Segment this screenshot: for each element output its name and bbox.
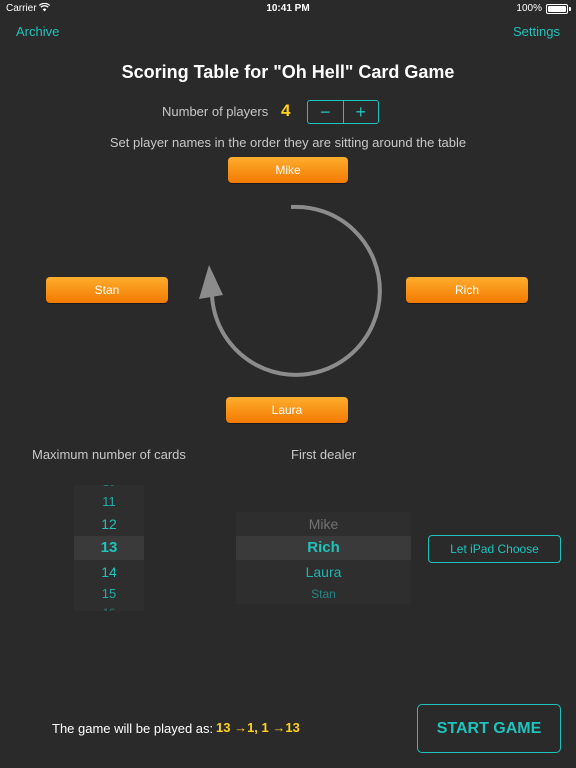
max-cards-picker[interactable]: 10111213141516 — [74, 485, 144, 611]
status-bar: Carrier 10:41 PM 100% — [0, 0, 576, 18]
seat-top-button[interactable]: Mike — [228, 157, 348, 183]
number-of-players-label: Number of players — [162, 104, 269, 119]
game-sequence-value: 13 →1, 1 →13 — [216, 720, 300, 735]
picker-option[interactable]: 12 — [74, 512, 144, 536]
game-sequence-label: The game will be played as: — [52, 721, 214, 736]
number-of-players-value: 4 — [281, 101, 291, 120]
settings-button[interactable]: Settings — [513, 24, 560, 39]
circular-arrow-icon — [199, 204, 382, 377]
max-cards-label: Maximum number of cards — [32, 447, 186, 462]
picker-option[interactable]: 14 — [74, 560, 144, 584]
picker-option[interactable]: Stan — [236, 582, 411, 604]
increase-players-button[interactable]: + — [344, 101, 379, 123]
let-ipad-choose-button[interactable]: Let iPad Choose — [428, 535, 561, 563]
archive-button[interactable]: Archive — [16, 24, 59, 39]
status-time: 10:41 PM — [266, 3, 310, 14]
start-game-button[interactable]: START GAME — [417, 704, 561, 753]
picker-option[interactable]: 11 — [74, 490, 144, 514]
seat-left-button[interactable]: Stan — [46, 277, 168, 303]
picker-option[interactable]: 13 — [74, 536, 144, 560]
first-dealer-label: First dealer — [291, 447, 357, 462]
first-dealer-picker[interactable]: Mike Rich Laura Stan — [236, 512, 411, 604]
picker-option[interactable]: Rich — [236, 536, 411, 560]
decrease-players-button[interactable]: − — [308, 101, 344, 123]
seat-bottom-button[interactable]: Laura — [226, 397, 348, 423]
page-title: Scoring Table for "Oh Hell" Card Game — [121, 62, 455, 82]
seat-right-button[interactable]: Rich — [406, 277, 528, 303]
battery-percent: 100% — [516, 3, 542, 14]
players-stepper: − + — [307, 100, 379, 124]
picker-option[interactable]: 16 — [74, 601, 144, 611]
seating-instruction: Set player names in the order they are s… — [109, 135, 467, 150]
picker-option[interactable]: Laura — [236, 560, 411, 584]
battery-icon — [546, 4, 571, 14]
picker-option[interactable]: Mike — [236, 512, 411, 536]
